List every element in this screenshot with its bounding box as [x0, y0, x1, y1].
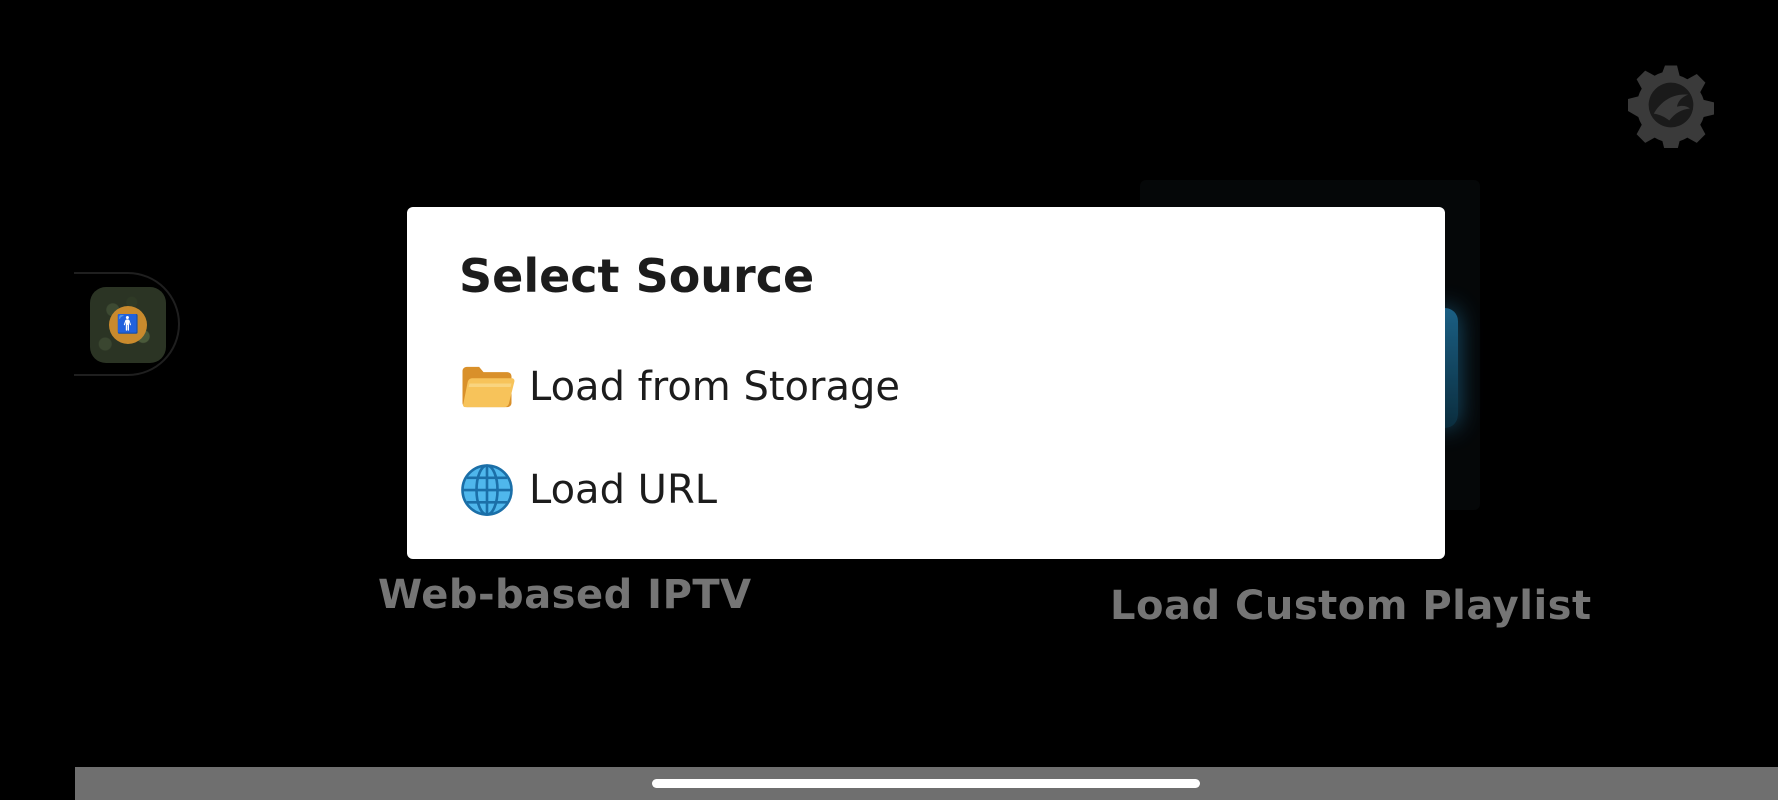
settings-button[interactable] [1628, 62, 1714, 148]
accessibility-button[interactable]: 🚹 [90, 287, 166, 363]
folder-icon [459, 359, 515, 415]
app-screen: 🚹 Web-based IPTV Load Custom Playlist Se… [0, 0, 1778, 800]
select-source-dialog: Select Source Load from Storage Load URL [407, 207, 1445, 559]
web-iptv-label[interactable]: Web-based IPTV [378, 572, 752, 618]
accessibility-icon: 🚹 [109, 306, 147, 344]
gear-icon [1628, 65, 1714, 148]
load-url-label: Load URL [529, 467, 718, 513]
dialog-title: Select Source [459, 249, 815, 303]
globe-icon [459, 462, 515, 518]
load-url-option[interactable]: Load URL [459, 458, 717, 522]
load-from-storage-label: Load from Storage [529, 364, 900, 410]
custom-playlist-label[interactable]: Load Custom Playlist [1110, 583, 1592, 629]
load-from-storage-option[interactable]: Load from Storage [459, 355, 900, 419]
home-indicator[interactable] [652, 779, 1200, 788]
